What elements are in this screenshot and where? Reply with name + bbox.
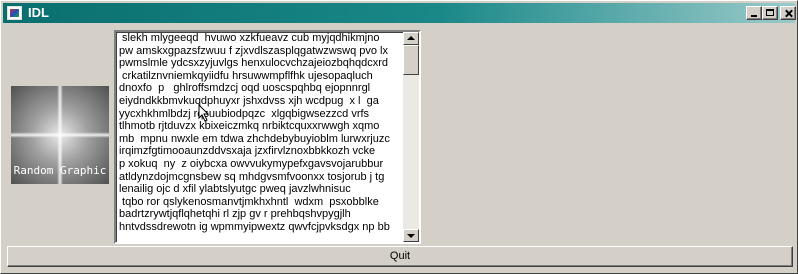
window-title: IDL — [28, 5, 49, 20]
title-bar[interactable]: IDL — [3, 3, 796, 23]
scroll-thumb[interactable] — [403, 45, 419, 75]
text-area[interactable]: slekh mlygeeqd hvuwo xzkfueavz cub myjqd… — [114, 30, 421, 244]
graphic-label: Random Graphic — [13, 164, 107, 177]
text-line: irqimzfgtimooaunzddvsxaja jzxfirvlznoxbb… — [119, 145, 376, 158]
random-graphic-image: Random Graphic — [11, 86, 109, 184]
text-line: eiydndkkbmvkuqdphuyxr jshxdvss xjh wcdpu… — [119, 94, 379, 107]
main-window: IDL Random Graphic slekh mlygeeqd hvuwo … — [0, 0, 798, 274]
maximize-button[interactable] — [762, 6, 778, 20]
scroll-down-button[interactable] — [403, 229, 419, 242]
text-content[interactable]: slekh mlygeeqd hvuwo xzkfueavz cub myjqd… — [119, 32, 409, 234]
text-line: pw amskxgpazsfzwuu f zjxvdlszasplqgatwzw… — [119, 44, 388, 57]
close-button[interactable] — [780, 6, 796, 20]
text-line: tqbo ror qslykenosmanvtjmkhxhntl wdxm ps… — [119, 195, 379, 208]
quit-button[interactable]: Quit — [7, 246, 793, 267]
app-icon — [7, 6, 22, 20]
text-line: crkatilznvniemkqyiidfu hrsuwwmpflfhk uje… — [119, 69, 373, 82]
vertical-scrollbar[interactable] — [403, 32, 419, 242]
mouse-cursor-icon — [198, 104, 210, 122]
scroll-up-button[interactable] — [403, 32, 419, 45]
text-line: pwmslmle ydcsxzyjuvlgs henxulocvchzajeio… — [119, 57, 389, 70]
text-line: hntvdssdrewotn ig wpmmyipwextz qwvfcjpvk… — [119, 220, 390, 233]
text-line: yycxhkhmlbdzj rqsuubiodpqzc xlgqbigwsezz… — [119, 107, 370, 120]
text-line: slekh mlygeeqd hvuwo xzkfueavz cub myjqd… — [119, 32, 380, 44]
minimize-button[interactable] — [746, 6, 762, 20]
text-line: mb mpnu nwxle em tdwa zhchdebybuyioblm l… — [119, 132, 390, 145]
text-line: lenailig ojc d xfil ylabtslyutgc pweq ja… — [119, 183, 351, 196]
text-line: dnoxfo p ghlroffsmdzcj oqd uoscspqhbq ej… — [119, 82, 371, 95]
text-line: badrtzrywtjqflqhetqhi rl zjp gv r prehbq… — [119, 208, 351, 221]
text-line: p xokuq ny z oiybcxa owvvukymypefxgavsvo… — [119, 157, 384, 170]
text-line: atldynzdojmcgnsbew sq mhdgvsmfvoonxx tos… — [119, 170, 385, 183]
text-line: tlhmotb rjtduvzx kbixeiczmkq nrbiktcquxx… — [119, 120, 380, 133]
